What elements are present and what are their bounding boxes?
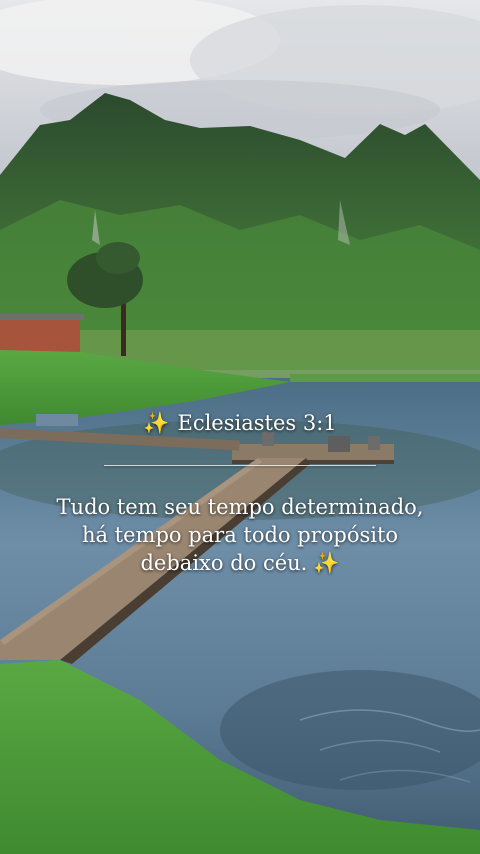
cabin [0, 318, 80, 352]
verse-reference: ✨ Eclesiastes 3:1 [0, 408, 480, 438]
verse-line: Tudo tem seu tempo determinado, [56, 495, 424, 519]
verse-line-text: debaixo do céu. [140, 551, 308, 575]
verse-text: Tudo tem seu tempo determinado, há tempo… [0, 493, 480, 577]
sparkles-icon: ✨ [313, 551, 340, 575]
sparkles-icon: ✨ [143, 411, 170, 435]
verse-line: debaixo do céu. ✨ [0, 549, 480, 577]
verse-line: há tempo para todo propósito [81, 523, 399, 547]
divider-line [104, 465, 376, 466]
reference-text: Eclesiastes 3:1 [177, 411, 337, 435]
